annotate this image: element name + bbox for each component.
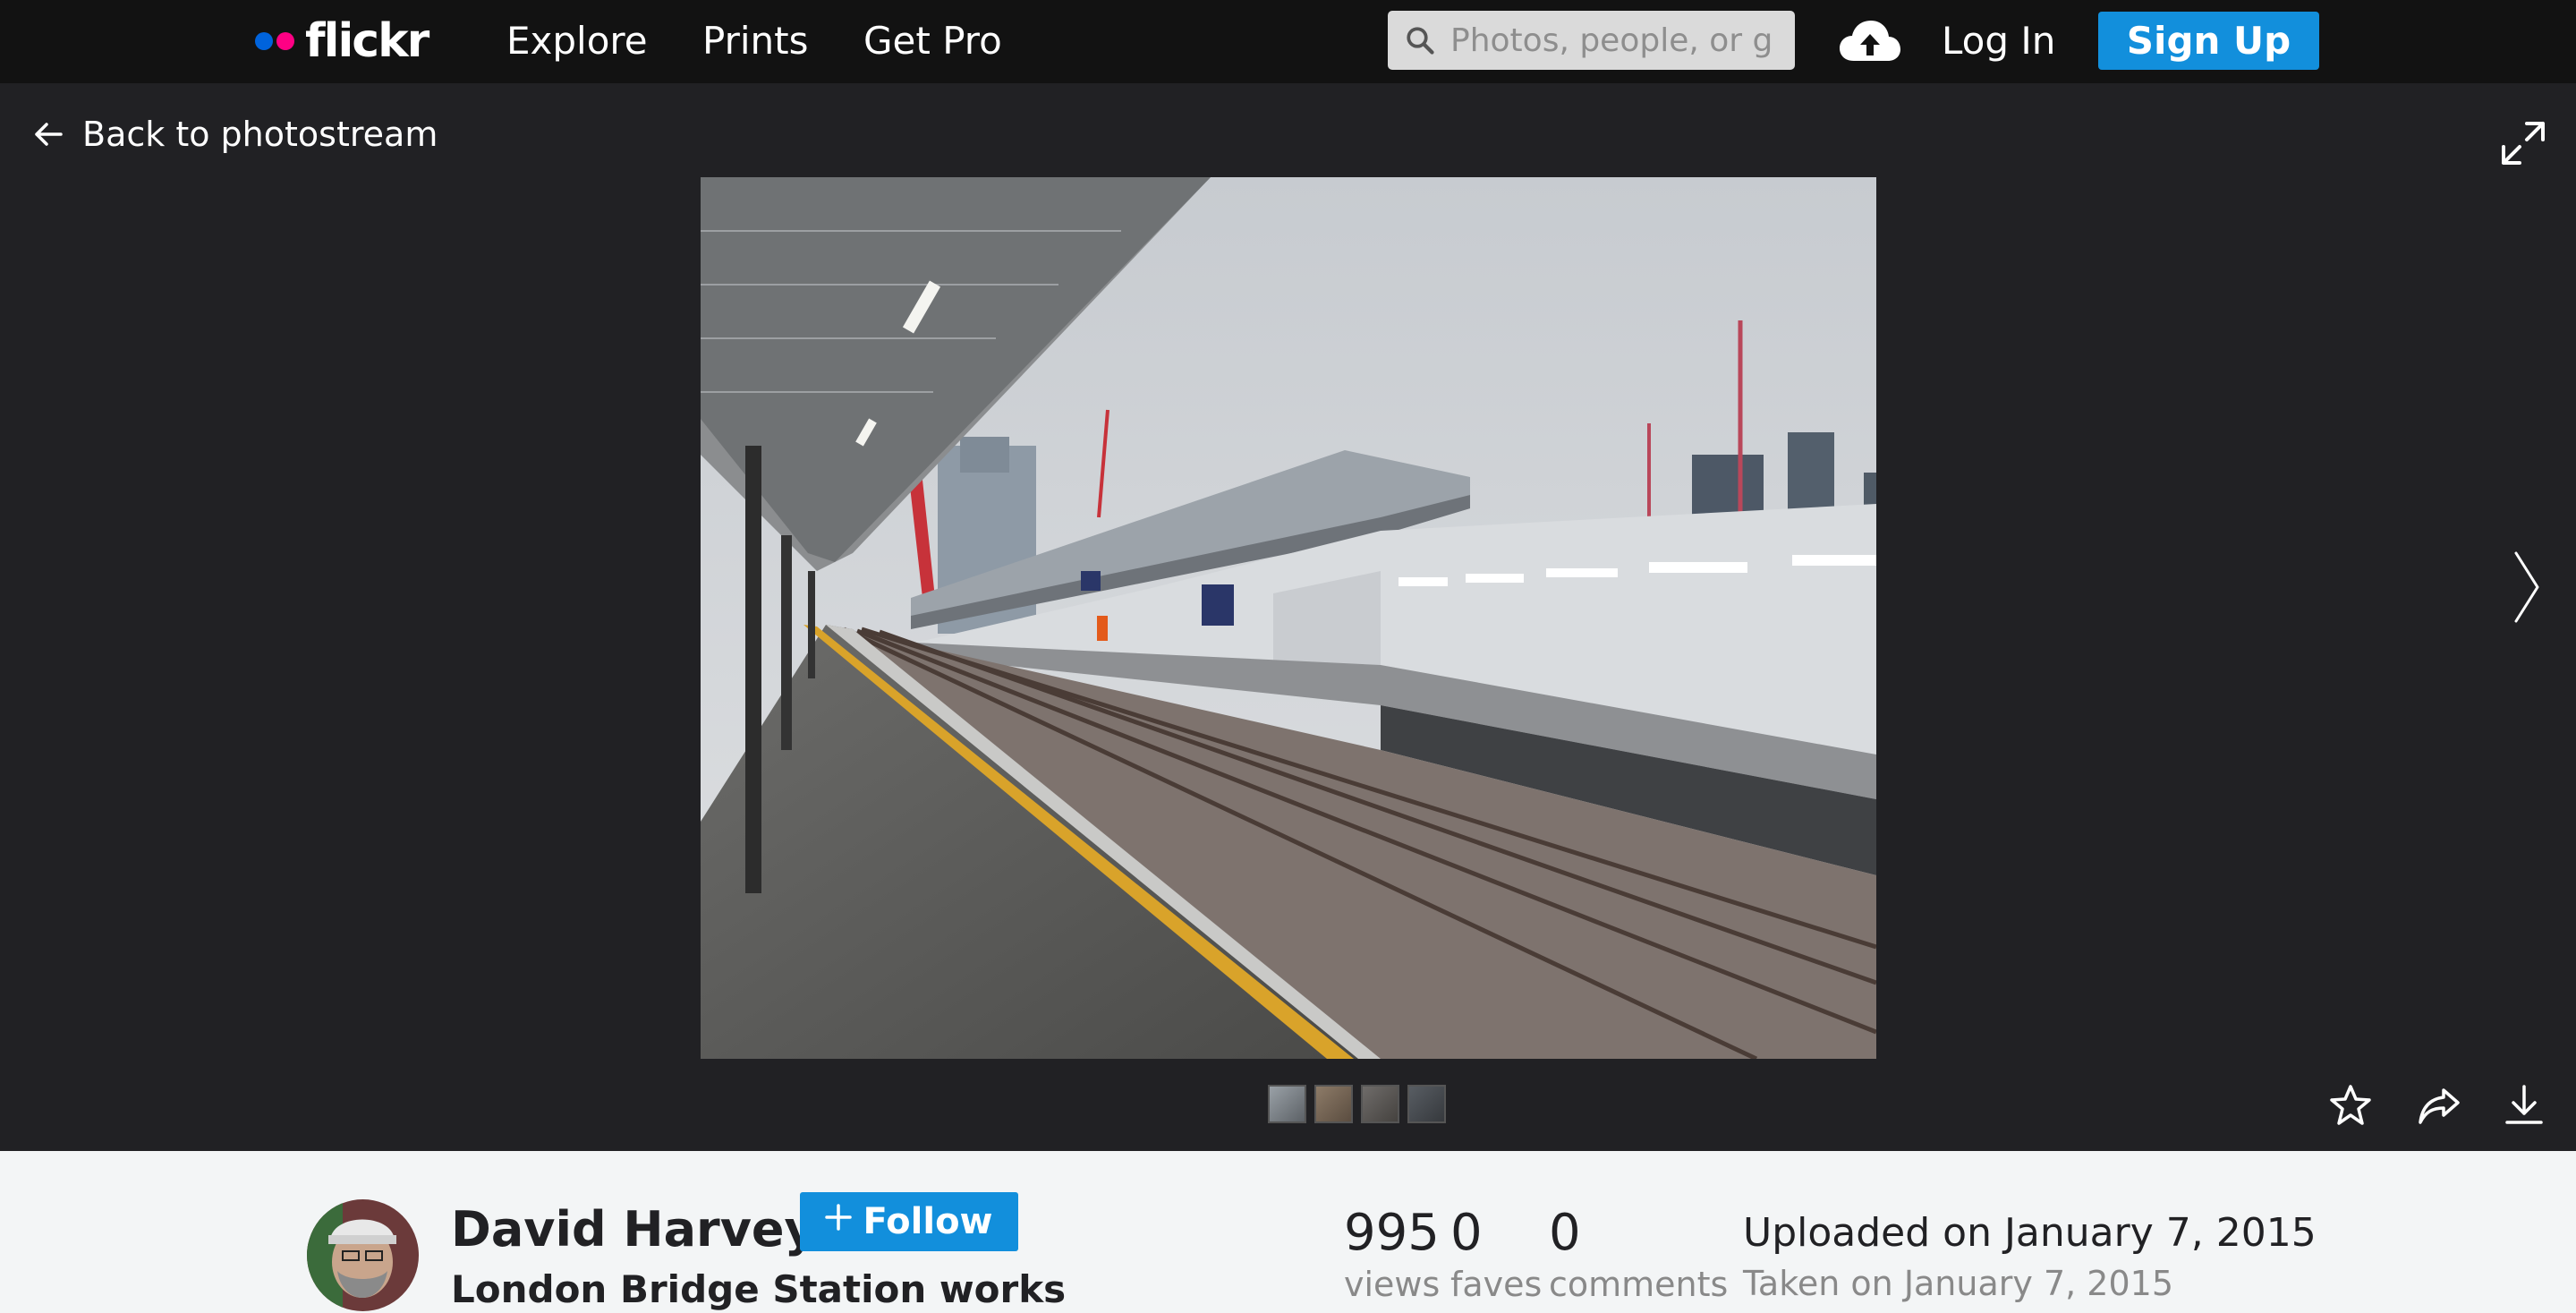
signup-button[interactable]: Sign Up — [2098, 12, 2319, 70]
taken-date: Taken on January 7, 2015 — [1743, 1264, 2173, 1303]
comments-stat: 0 comments — [1549, 1205, 1728, 1305]
plus-icon — [825, 1204, 853, 1231]
cloud-upload-icon[interactable] — [1838, 16, 1902, 66]
login-link[interactable]: Log In — [1942, 16, 2055, 66]
logo-text: flickr — [305, 14, 429, 68]
main-photo — [701, 177, 1876, 1059]
comments-count: 0 — [1549, 1204, 1581, 1262]
photo-info-bar: David Harvey Follow London Bridge Statio… — [0, 1151, 2576, 1313]
photo-title: London Bridge Station works — [451, 1267, 1067, 1311]
back-arrow-icon — [35, 123, 63, 146]
search-input[interactable] — [1450, 21, 1773, 59]
follow-button[interactable]: Follow — [800, 1192, 1018, 1251]
nav-prints[interactable]: Prints — [702, 16, 809, 66]
author-name[interactable]: David Harvey — [451, 1201, 816, 1258]
logo-blue-dot — [255, 32, 273, 50]
views-count: 995 — [1344, 1204, 1440, 1262]
star-icon[interactable] — [2328, 1083, 2373, 1128]
views-stat: 995 views — [1344, 1205, 1440, 1305]
thumbnail[interactable] — [1407, 1085, 1446, 1123]
faves-count: 0 — [1450, 1204, 1483, 1262]
thumbnail[interactable] — [1361, 1085, 1399, 1123]
share-icon[interactable] — [2417, 1083, 2461, 1128]
top-nav: flickr Explore Prints Get Pro Log In Sig… — [0, 0, 2576, 83]
faves-label: faves — [1450, 1265, 1543, 1304]
thumbnail-strip — [1268, 1085, 1446, 1123]
nav-explore[interactable]: Explore — [506, 16, 648, 66]
back-label: Back to photostream — [82, 115, 438, 154]
follow-label: Follow — [863, 1201, 993, 1242]
search-icon — [1407, 27, 1434, 55]
uploaded-date: Uploaded on January 7, 2015 — [1743, 1210, 2317, 1256]
expand-icon[interactable] — [2500, 120, 2546, 166]
views-label: views — [1344, 1265, 1441, 1304]
download-icon[interactable] — [2502, 1083, 2546, 1128]
logo-pink-dot — [276, 32, 294, 50]
thumbnail[interactable] — [1314, 1085, 1353, 1123]
thumbnail[interactable] — [1268, 1085, 1306, 1123]
faves-stat: 0 faves — [1450, 1205, 1542, 1305]
back-to-photostream[interactable]: Back to photostream — [34, 115, 438, 154]
search-box[interactable] — [1388, 11, 1795, 70]
flickr-logo[interactable]: flickr — [255, 13, 429, 70]
next-arrow-icon[interactable] — [2512, 550, 2541, 625]
nav-get-pro[interactable]: Get Pro — [863, 16, 1002, 66]
avatar[interactable] — [307, 1199, 419, 1311]
comments-label: comments — [1549, 1265, 1729, 1304]
